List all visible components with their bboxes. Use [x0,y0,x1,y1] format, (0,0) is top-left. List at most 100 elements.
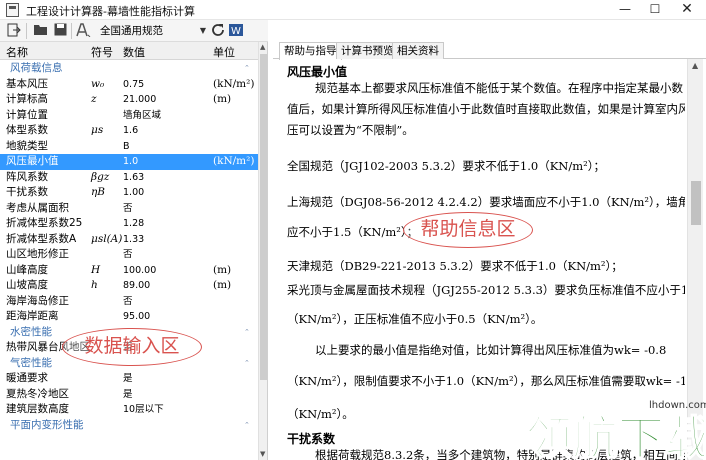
parameter-row[interactable]: 基本风压 w₀ 0.75 (kN/m²) [0,77,258,93]
calculator-app-icon [6,3,19,17]
parameter-value[interactable]: 1.0 [123,154,138,170]
parameter-value[interactable]: 95.00 [123,309,150,325]
parameter-value[interactable]: 否 [123,247,133,263]
parameter-unit: (kN/m²) [213,155,255,167]
parameter-row[interactable]: 折减体型系数25 1.28 [0,216,258,232]
scrollbar-thumb[interactable] [691,181,701,225]
parameter-value[interactable]: 墙角区域 [123,108,161,124]
spec-dropdown[interactable]: 全国通用规范 ▼ [98,22,208,40]
help-paragraph-line: （KN/m²），限制值要求不小于1.0（KN/m²），那么风压标准值需要取wk=… [287,374,685,388]
parameter-row[interactable]: 考虑从属面积 否 [0,201,258,217]
parameter-unit: (m) [213,279,232,291]
parameter-symbol: h [91,279,98,291]
parameter-row[interactable]: 计算标高 z 21.000 (m) [0,92,258,108]
parameter-value[interactable]: 1.63 [123,170,144,186]
parameter-name: 计算标高 [6,93,48,105]
parameter-row[interactable]: 地貌类型 B [0,139,258,155]
parameter-value[interactable]: 1.6 [123,123,138,139]
close-button[interactable]: ✕ [672,0,702,20]
parameter-value[interactable]: 100.00 [123,263,156,279]
parameter-value[interactable]: 1.00 [123,185,144,201]
parameter-value[interactable]: 是 [123,387,133,403]
collapse-icon[interactable]: ⌃ [244,418,250,434]
parameter-symbol: w₀ [91,77,105,90]
help-paragraph-line: （KN/m²），正压标准值不应小于0.5（KN/m²）。 [287,312,543,326]
minimize-button[interactable]: — [610,0,640,20]
parameter-value[interactable]: 0.75 [123,77,144,93]
parameter-symbol: μs [91,124,104,136]
tab-related-docs[interactable]: 相关资料 [392,42,444,59]
parameter-name: 体型系数 [6,124,48,136]
column-header-unit[interactable]: 单位 [213,44,235,60]
parameter-row[interactable]: 夏热冬冷地区 是 [0,387,258,403]
parameter-value[interactable]: 否 [123,201,133,217]
scrollbar-thumb[interactable] [260,54,267,380]
help-panel: 帮助与指导 计算书预览 相关资料 风压最小值 规范基本上都要求风压标准值不能低于… [273,38,706,460]
parameter-value[interactable]: 是 [123,371,133,387]
parameter-value[interactable]: 21.000 [123,92,156,108]
help-area-annotation: 帮助信息区 [403,212,533,248]
parameter-row[interactable]: 干扰系数 ηB 1.00 [0,185,258,201]
category-row[interactable]: 风荷载信息 ⌃ [0,61,258,77]
collapse-icon[interactable]: ⌃ [244,356,250,372]
parameter-value[interactable]: 1.28 [123,216,144,232]
parameter-name: 距海岸距离 [6,310,59,322]
parameter-name: 折减体型系数A [6,232,77,245]
title-bar: 工程设计计算器-幕墙性能指标计算 — ☐ ✕ [0,0,706,20]
parameter-row[interactable]: 建筑层数高度 10层以下 [0,402,258,418]
collapse-icon[interactable]: ⌃ [244,61,250,77]
parameter-row[interactable]: 海岸海岛修正 否 [0,294,258,310]
open-folder-icon[interactable] [32,23,48,39]
parameter-value[interactable]: 10层以下 [123,402,164,418]
category-row[interactable]: 平面内变形性能 ⌃ [0,418,258,434]
help-paragraph-line: 值后，如果计算所得风压标准值小于此数值时直接取此数值，如果是计算室内风 [287,102,685,116]
parameter-row[interactable]: 阵风系数 βgz 1.63 [0,170,258,186]
parameter-row[interactable]: 计算位置 墙角区域 [0,108,258,124]
spec-dropdown-value: 全国通用规范 [100,25,163,37]
parameter-unit: (m) [213,263,232,276]
parameter-name: 建筑层数高度 [6,403,69,415]
parameter-name: 海岸海岛修正 [6,294,69,307]
chevron-down-icon: ▼ [199,26,206,35]
parameter-row[interactable]: 暖通要求 是 [0,371,258,387]
left-scrollbar[interactable]: ▲ ▼ [258,42,267,460]
parameter-symbol: ηB [91,186,106,198]
scroll-up-icon[interactable]: ▲ [260,43,265,51]
font-icon[interactable] [76,23,92,39]
refresh-icon[interactable] [210,23,226,39]
parameter-row[interactable]: 体型系数 μs 1.6 [0,123,258,139]
maximize-button[interactable]: ☐ [640,0,670,20]
save-icon[interactable] [52,23,68,39]
collapse-icon[interactable]: ⌃ [244,325,250,341]
word-export-icon[interactable]: W [228,23,244,39]
parameter-row[interactable]: 山坡高度 h 89.00 (m) [0,278,258,294]
parameter-name: 山峰高度 [6,263,48,276]
parameter-unit: (m) [213,93,232,105]
column-header-name[interactable]: 名称 [6,44,28,60]
column-header-symbol[interactable]: 符号 [91,44,113,60]
tab-help[interactable]: 帮助与指导 [279,42,342,60]
category-label: 平面内变形性能 [10,418,84,431]
scroll-up-icon[interactable]: ▲ [692,61,698,70]
parameter-row[interactable]: 山区地形修正 否 [0,247,258,263]
parameter-value[interactable]: 否 [123,294,133,310]
grid-header: 名称 符号 数值 单位 [0,42,258,60]
column-header-value[interactable]: 数值 [123,44,145,60]
parameter-row[interactable]: 山峰高度 H 100.00 (m) [0,263,258,279]
parameter-value[interactable]: 89.00 [123,278,150,294]
parameter-row[interactable]: 距海岸距离 95.00 [0,309,258,325]
input-area-annotation: 数据输入区 [62,328,202,366]
help-paragraph-line: 天津规范（DB29-221-2013 5.3.2）要求不低于1.0（KN/m²）… [287,259,623,273]
scroll-down-icon[interactable]: ▼ [260,450,265,458]
parameter-name: 地貌类型 [6,139,48,152]
parameter-row[interactable]: 折减体型系数A μsl(A) 1.33 [0,232,258,248]
parameter-name: 折减体型系数25 [6,217,83,229]
parameter-value[interactable]: B [123,139,130,155]
parameter-row[interactable]: 风压最小值 1.0 (kN/m²) [0,154,258,170]
watermark-text: 领航下载 [526,411,704,460]
tab-report-preview[interactable]: 计算书预览 [336,42,399,59]
exit-icon[interactable] [6,23,22,39]
toolbar: 全国通用规范 ▼ W [0,20,268,42]
parameter-value[interactable]: 1.33 [123,232,144,248]
toolbar-separator [26,23,27,39]
